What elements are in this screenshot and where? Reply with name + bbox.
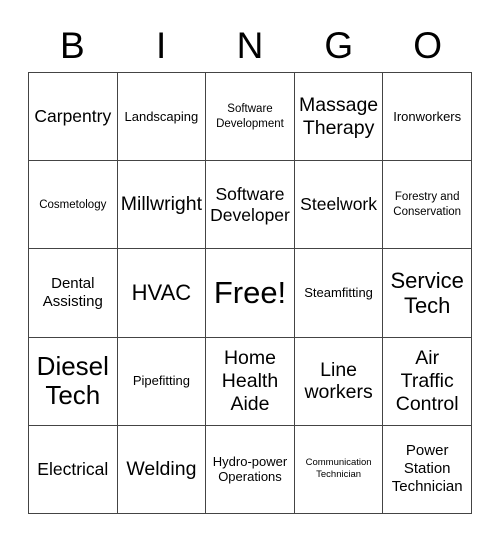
bingo-card: B I N G O Carpentry Landscaping Software D… [0, 0, 500, 544]
bingo-cell[interactable]: Ironworkers [383, 73, 472, 162]
bingo-cell[interactable]: Service Tech [383, 249, 472, 338]
bingo-cell[interactable]: Software Developer [206, 161, 295, 250]
bingo-cell-label: Free! [213, 275, 287, 311]
bingo-cell[interactable]: Power Station Technician [383, 425, 472, 514]
bingo-cell-label: Dental Assisting [42, 274, 103, 310]
bingo-cell-label: Steelwork [300, 194, 378, 215]
bingo-cell[interactable]: HVAC [117, 249, 207, 338]
bingo-header-letter-b: B [60, 24, 85, 66]
bingo-cell-label: Forestry and Conservation [393, 191, 462, 218]
bingo-cell[interactable]: Pipefitting [117, 337, 207, 426]
bingo-cell[interactable]: Steamfitting [294, 249, 384, 338]
bingo-cell-label: Massage Therapy [299, 93, 379, 139]
bingo-cell[interactable]: Cosmetology [29, 161, 118, 250]
bingo-cell-label: Home Health Aide [221, 347, 279, 415]
bingo-cell-label: Carpentry [34, 106, 112, 127]
bingo-cell-label: Landscaping [124, 108, 199, 124]
bingo-cell[interactable]: Communication Technician [294, 425, 384, 514]
bingo-cell[interactable]: Carpentry [29, 73, 118, 162]
bingo-free-space-cell[interactable]: Free! [206, 249, 295, 338]
bingo-header-letter-o: O [413, 24, 442, 66]
bingo-cell-label: HVAC [131, 280, 192, 306]
bingo-cell[interactable]: Landscaping [117, 73, 207, 162]
bingo-header-row: B I N G O [28, 18, 472, 72]
bingo-cell-label: Welding [126, 458, 197, 481]
bingo-cell[interactable]: Air Traffic Control [383, 337, 472, 426]
bingo-cell-label: Diesel Tech [36, 351, 109, 411]
bingo-cell-label: Air Traffic Control [395, 347, 459, 415]
bingo-cell[interactable]: Hydro-power Operations [206, 425, 295, 514]
bingo-cell-label: Electrical [37, 459, 109, 480]
bingo-cell[interactable]: Electrical [29, 425, 118, 514]
bingo-cell[interactable]: Software Development [206, 73, 295, 162]
bingo-header-letter-i: I [156, 24, 167, 66]
bingo-cell-label: Software Developer [210, 184, 290, 225]
bingo-cell-label: Steamfitting [304, 285, 373, 301]
bingo-cell[interactable]: Forestry and Conservation [383, 161, 472, 250]
bingo-cell-label: Millwright [120, 193, 203, 216]
bingo-cell[interactable]: Home Health Aide [206, 337, 295, 426]
bingo-cell[interactable]: Dental Assisting [29, 249, 118, 338]
bingo-cell[interactable]: Diesel Tech [29, 337, 118, 426]
bingo-header-letter-n: N [236, 24, 264, 66]
bingo-cell-label: Hydro-power Operations [212, 453, 288, 485]
bingo-cell-label: Power Station Technician [391, 442, 463, 496]
bingo-cell-label: Ironworkers [393, 108, 462, 124]
bingo-cell-label: Cosmetology [39, 198, 107, 211]
bingo-cell[interactable]: Welding [117, 425, 207, 514]
bingo-cell-label: Software Development [216, 103, 284, 130]
bingo-cell[interactable]: Millwright [117, 161, 207, 250]
bingo-cell-label: Service Tech [390, 267, 464, 318]
bingo-cell-label: Pipefitting [132, 373, 190, 389]
bingo-cell[interactable]: Massage Therapy [294, 73, 384, 162]
bingo-cell-label: Line workers [304, 358, 373, 404]
bingo-header-letter-g: G [324, 24, 354, 66]
bingo-cell-label: Communication Technician [305, 457, 372, 481]
bingo-cell[interactable]: Line workers [294, 337, 384, 426]
bingo-cell[interactable]: Steelwork [294, 161, 384, 250]
bingo-grid: Carpentry Landscaping Software Development… [28, 72, 472, 514]
